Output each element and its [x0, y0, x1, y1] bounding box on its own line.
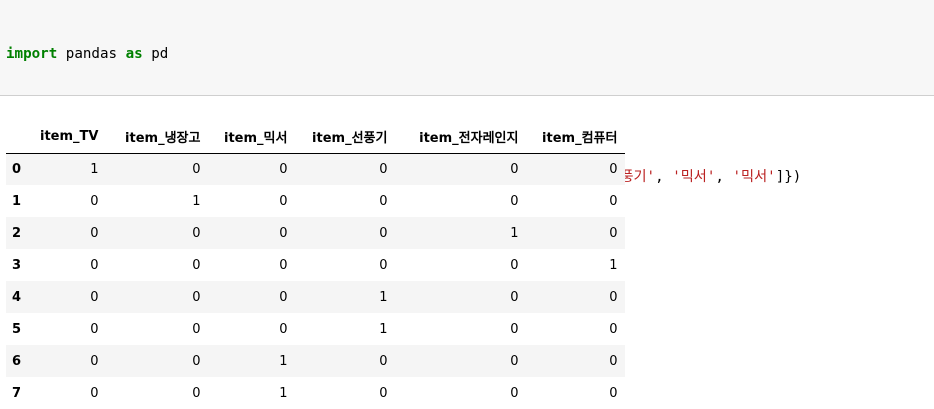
row-index: 7	[12, 385, 22, 401]
table-cell: 0	[279, 257, 288, 273]
table-cell: 0	[510, 193, 519, 209]
column-header: item_믹서	[208, 121, 296, 154]
keyword-import: import	[6, 46, 58, 62]
table-cell: 0	[609, 289, 618, 305]
table-row: 6 0 0 1 0 0 0	[6, 345, 626, 377]
keyword-as: as	[125, 46, 143, 62]
table-cell: 0	[279, 321, 288, 337]
table-cell: 0	[90, 385, 99, 401]
table-row: 2 0 0 0 0 1 0	[6, 217, 626, 249]
table-cell: 1	[379, 289, 388, 305]
table-cell: 0	[90, 193, 99, 209]
table-cell: 1	[90, 161, 99, 177]
table-cell: 0	[510, 289, 519, 305]
table-cell: 1	[510, 225, 519, 241]
table-cell: 0	[510, 353, 519, 369]
row-index: 2	[12, 225, 22, 241]
column-header: item_선풍기	[295, 121, 396, 154]
table-row: 0 1 0 0 0 0 0	[6, 153, 626, 185]
table-header-row: item_TV item_냉장고 item_믹서 item_선풍기 item_전자레인지…	[6, 121, 626, 154]
row-index: 6	[12, 353, 22, 369]
table-cell: 0	[510, 385, 519, 401]
code-line-1: import pandas as pd	[6, 44, 801, 65]
table-cell: 0	[609, 385, 618, 401]
table-row: 4 0 0 0 1 0 0	[6, 281, 626, 313]
row-index: 4	[12, 289, 22, 305]
table-cell: 0	[609, 321, 618, 337]
table-cell: 1	[279, 353, 288, 369]
table-row: 1 0 1 0 0 0 0	[6, 185, 626, 217]
table-cell: 0	[90, 225, 99, 241]
column-header: item_TV	[34, 121, 107, 154]
table-cell: 0	[609, 225, 618, 241]
table-cell: 0	[192, 289, 201, 305]
table-cell: 0	[510, 321, 519, 337]
table-cell: 0	[192, 257, 201, 273]
table-cell: 0	[279, 161, 288, 177]
column-header: item_냉장고	[106, 121, 209, 154]
module-alias: pd	[142, 46, 169, 62]
table-body: 0100000101000020000103000001400010050001…	[6, 153, 626, 409]
table-cell: 0	[379, 353, 388, 369]
column-header: item_전자레인지	[395, 121, 527, 154]
table-cell: 1	[192, 193, 201, 209]
row-index: 3	[12, 257, 22, 273]
table-cell: 0	[609, 353, 618, 369]
table-cell: 0	[279, 193, 288, 209]
table-cell: 0	[90, 353, 99, 369]
table-cell: 0	[510, 161, 519, 177]
table-row: 5 0 0 0 1 0 0	[6, 313, 626, 345]
table-cell: 1	[379, 321, 388, 337]
table-cell: 0	[192, 353, 201, 369]
table-cell: 0	[379, 193, 388, 209]
table-cell: 0	[379, 161, 388, 177]
cell-output: item_TV item_냉장고 item_믹서 item_선풍기 item_전자레인지…	[0, 96, 934, 409]
table-cell: 0	[192, 161, 201, 177]
table-cell: 0	[192, 321, 201, 337]
table-cell: 0	[379, 257, 388, 273]
table-cell: 0	[192, 385, 201, 401]
table-cell: 1	[279, 385, 288, 401]
index-header	[6, 121, 34, 154]
row-index: 0	[12, 161, 22, 177]
table-cell: 0	[609, 193, 618, 209]
row-index: 5	[12, 321, 22, 337]
module-name: pandas	[57, 46, 126, 62]
table-cell: 0	[90, 321, 99, 337]
code-cell-input[interactable]: import pandas as pd df=pd.DataFrame({'it…	[0, 0, 934, 247]
table-cell: 0	[90, 257, 99, 273]
table-cell: 0	[379, 225, 388, 241]
table-cell: 0	[279, 289, 288, 305]
table-cell: 0	[279, 225, 288, 241]
table-cell: 0	[90, 289, 99, 305]
dataframe-output-table: item_TV item_냉장고 item_믹서 item_선풍기 item_전자레인지…	[6, 121, 626, 409]
table-row: 7 0 0 1 0 0 0	[6, 377, 626, 409]
table-cell: 0	[609, 161, 618, 177]
table-cell: 0	[192, 225, 201, 241]
table-cell: 0	[510, 257, 519, 273]
table-row: 3 0 0 0 0 0 1	[6, 249, 626, 281]
table-cell: 1	[609, 257, 618, 273]
row-index: 1	[12, 193, 22, 209]
table-cell: 0	[379, 385, 388, 401]
column-header: item_컴퓨터	[526, 121, 626, 154]
